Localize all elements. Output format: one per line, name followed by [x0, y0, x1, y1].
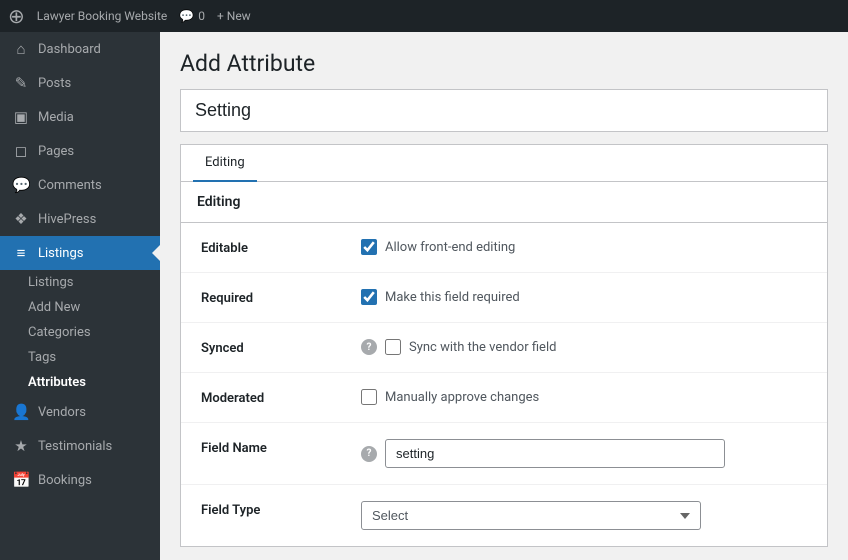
moderated-control: Manually approve changes — [361, 389, 807, 405]
page-title: Add Attribute — [180, 50, 828, 77]
synced-checkbox[interactable] — [385, 339, 401, 355]
sidebar-item-label: HivePress — [38, 212, 96, 227]
editable-control: Allow front-end editing — [361, 239, 807, 255]
field-name-input[interactable] — [385, 439, 725, 468]
sidebar-item-label: Vendors — [38, 405, 86, 420]
media-icon: ▣ — [12, 108, 30, 126]
field-type-label: Field Type — [201, 501, 361, 518]
new-label: + New — [217, 9, 251, 23]
field-type-row: Field Type Select Text Number Date Check… — [181, 485, 827, 546]
sidebar-item-bookings[interactable]: 📅 Bookings — [0, 463, 160, 497]
required-checkbox[interactable] — [361, 289, 377, 305]
editing-form-card: Editing Editing Editable Allow front-end… — [180, 144, 828, 547]
sidebar-sub-categories[interactable]: Categories — [0, 320, 160, 345]
comments-icon: 💬 — [12, 176, 30, 194]
sidebar-item-hivepress[interactable]: ❖ HivePress — [0, 202, 160, 236]
posts-icon: ✎ — [12, 74, 30, 92]
bookings-icon: 📅 — [12, 471, 30, 489]
editable-checkbox[interactable] — [361, 239, 377, 255]
testimonials-icon: ★ — [12, 437, 30, 455]
sidebar-item-label: Comments — [38, 178, 102, 193]
form-tab-bar: Editing — [181, 145, 827, 182]
sidebar-sub-attributes[interactable]: Attributes — [0, 370, 160, 395]
sidebar-sub-add-new[interactable]: Add New — [0, 295, 160, 320]
comments-count: 0 — [198, 9, 205, 23]
editable-label: Editable — [201, 239, 361, 256]
site-name-link[interactable]: Lawyer Booking Website — [37, 9, 168, 23]
tab-editing[interactable]: Editing — [193, 145, 257, 182]
field-name-label: Field Name — [201, 439, 361, 456]
sidebar-item-label: Testimonials — [38, 439, 112, 454]
comment-icon: 💬 — [179, 9, 194, 23]
dashboard-icon: ⌂ — [12, 40, 30, 58]
moderated-checkbox-label: Manually approve changes — [385, 390, 539, 405]
sidebar-item-label: Media — [38, 110, 74, 125]
wp-logo-icon: ⊕ — [8, 4, 25, 28]
field-editable: Editable Allow front-end editing — [181, 223, 827, 273]
sidebar-listings-submenu: Listings Add New Categories Tags Attribu… — [0, 270, 160, 395]
moderated-checkbox-wrap[interactable]: Manually approve changes — [361, 389, 539, 405]
main-layout: ⌂ Dashboard ✎ Posts ▣ Media ◻ Pages 💬 Co… — [0, 32, 848, 560]
hivepress-icon: ❖ — [12, 210, 30, 228]
required-checkbox-wrap[interactable]: Make this field required — [361, 289, 520, 305]
wp-logo-link[interactable]: ⊕ — [8, 4, 25, 28]
sidebar-item-media[interactable]: ▣ Media — [0, 100, 160, 134]
sidebar-item-label: Bookings — [38, 473, 92, 488]
field-name-control: ? — [361, 439, 807, 468]
setting-name-input[interactable] — [195, 100, 813, 121]
vendors-icon: 👤 — [12, 403, 30, 421]
sidebar-item-comments[interactable]: 💬 Comments — [0, 168, 160, 202]
field-type-select[interactable]: Select Text Number Date Checkbox — [361, 501, 701, 530]
sidebar-item-label: Dashboard — [38, 42, 101, 57]
synced-checkbox-label: Sync with the vendor field — [409, 340, 556, 355]
synced-help-icon[interactable]: ? — [361, 339, 377, 355]
sidebar-item-listings[interactable]: ≡ Listings — [0, 236, 160, 270]
synced-control: ? Sync with the vendor field — [361, 339, 807, 355]
sidebar-item-label: Pages — [38, 144, 74, 159]
site-name: Lawyer Booking Website — [37, 9, 168, 23]
sidebar-item-pages[interactable]: ◻ Pages — [0, 134, 160, 168]
sidebar-sub-listings[interactable]: Listings — [0, 270, 160, 295]
field-name-help-icon[interactable]: ? — [361, 446, 377, 462]
sidebar-item-testimonials[interactable]: ★ Testimonials — [0, 429, 160, 463]
field-name-row: Field Name ? — [181, 423, 827, 485]
listings-icon: ≡ — [12, 244, 30, 262]
page-title-bar: Add Attribute — [160, 32, 848, 89]
sidebar-sub-tags[interactable]: Tags — [0, 345, 160, 370]
content-area: Add Attribute Editing Editing Editable A… — [160, 32, 848, 560]
sidebar-item-label: Listings — [38, 246, 83, 261]
sidebar-item-vendors[interactable]: 👤 Vendors — [0, 395, 160, 429]
pages-icon: ◻ — [12, 142, 30, 160]
moderated-label: Moderated — [201, 389, 361, 406]
new-link[interactable]: + New — [217, 9, 251, 23]
synced-label: Synced — [201, 339, 361, 356]
setting-name-field-wrap — [180, 89, 828, 132]
comments-link[interactable]: 💬 0 — [179, 9, 205, 23]
field-type-control: Select Text Number Date Checkbox — [361, 501, 807, 530]
sidebar-item-label: Posts — [38, 76, 71, 91]
moderated-checkbox[interactable] — [361, 389, 377, 405]
top-bar: ⊕ Lawyer Booking Website 💬 0 + New — [0, 0, 848, 32]
field-synced: Synced ? Sync with the vendor field — [181, 323, 827, 373]
field-moderated: Moderated Manually approve changes — [181, 373, 827, 423]
sidebar: ⌂ Dashboard ✎ Posts ▣ Media ◻ Pages 💬 Co… — [0, 32, 160, 560]
editable-checkbox-label: Allow front-end editing — [385, 240, 515, 255]
required-checkbox-label: Make this field required — [385, 290, 520, 305]
synced-checkbox-wrap[interactable]: Sync with the vendor field — [385, 339, 556, 355]
section-editing-title: Editing — [181, 182, 827, 223]
editable-checkbox-wrap[interactable]: Allow front-end editing — [361, 239, 515, 255]
sidebar-item-dashboard[interactable]: ⌂ Dashboard — [0, 32, 160, 66]
sidebar-item-posts[interactable]: ✎ Posts — [0, 66, 160, 100]
field-required: Required Make this field required — [181, 273, 827, 323]
required-control: Make this field required — [361, 289, 807, 305]
required-label: Required — [201, 289, 361, 306]
